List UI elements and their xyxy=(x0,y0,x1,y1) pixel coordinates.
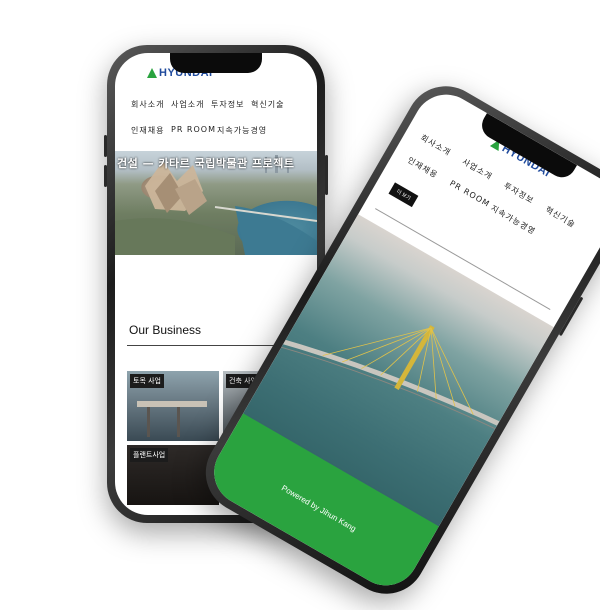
business-card-civil[interactable]: 토목 사업 xyxy=(127,371,219,441)
card-label: 토목 사업 xyxy=(130,374,164,388)
volume-button xyxy=(104,165,107,187)
nav-item-business[interactable]: 사업소개 xyxy=(171,99,204,110)
power-button xyxy=(325,155,328,195)
nav-item-business[interactable]: 사업소개 xyxy=(460,156,494,182)
nav-item-careers[interactable]: 인재채용 xyxy=(405,155,439,181)
hero-image: 건설 — 카타르 국립박물관 프로젝트 xyxy=(115,151,317,255)
nav-item-company[interactable]: 회사소개 xyxy=(131,99,164,110)
card-label: 플랜트사업 xyxy=(130,448,169,462)
nav-item-sustainability[interactable]: 지속가능경영 xyxy=(217,125,267,136)
volume-button xyxy=(104,135,107,157)
nav-item-investor[interactable]: 투자정보 xyxy=(502,180,536,206)
nav-item-pr-room[interactable]: PR ROOM xyxy=(171,125,216,134)
nav-item-careers[interactable]: 인재채용 xyxy=(131,125,164,136)
nav-item-pr-room[interactable]: PR ROOM xyxy=(448,179,491,209)
nav-item-company[interactable]: 회사소개 xyxy=(418,132,452,158)
nav-item-investor[interactable]: 투자정보 xyxy=(211,99,244,110)
phone-notch xyxy=(169,53,263,73)
hero-caption: 건설 — 카타르 국립박물관 프로젝트 xyxy=(117,157,295,170)
nav-item-innovation[interactable]: 혁신기술 xyxy=(543,204,577,230)
section-title: Our Business xyxy=(129,323,202,337)
nav-item-innovation[interactable]: 혁신기술 xyxy=(251,99,284,110)
nav-item-sustainability[interactable]: 지속가능경영 xyxy=(489,203,538,238)
